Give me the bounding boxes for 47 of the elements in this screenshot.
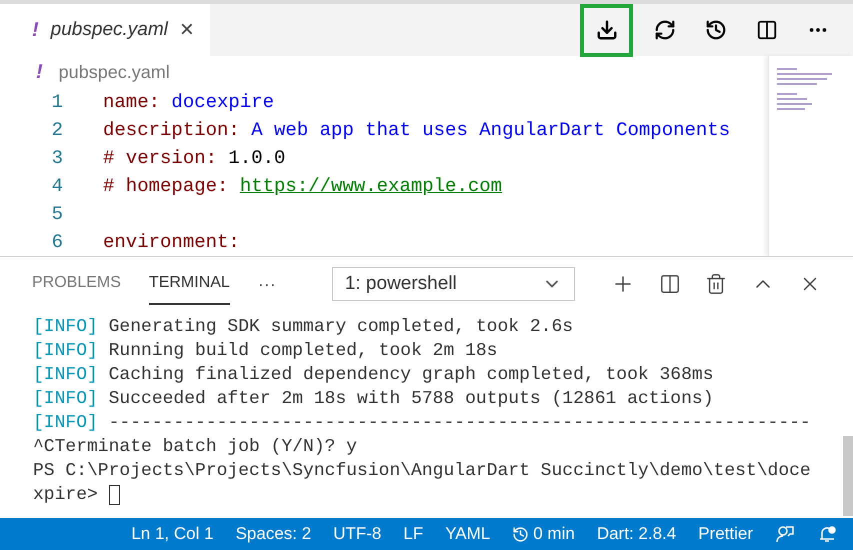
line-number: 1 [50, 90, 63, 115]
line-number: 2 [50, 118, 63, 143]
split-terminal-icon[interactable] [659, 273, 681, 295]
status-item[interactable]: Prettier [698, 521, 753, 547]
more-icon[interactable]: ··· [258, 270, 276, 298]
code-line: environment: [103, 230, 240, 255]
bell-icon[interactable] [817, 524, 837, 544]
trash-icon[interactable] [705, 273, 727, 295]
status-item[interactable]: YAML [445, 521, 490, 547]
line-number: 5 [50, 202, 63, 227]
close-icon[interactable]: × [180, 18, 194, 42]
line-number: 4 [50, 174, 63, 199]
split-editor-icon[interactable] [756, 19, 778, 41]
terminal-select[interactable]: 1: powershell [332, 267, 575, 301]
code-line: # version: 1.0.0 [103, 146, 286, 171]
terminal-line: xpire> [33, 484, 99, 506]
tab-label: pubspec.yaml [50, 18, 168, 42]
status-item[interactable]: UTF-8 [333, 521, 382, 547]
refresh-icon[interactable] [654, 19, 676, 41]
breadcrumb[interactable]: pubspec.yaml [58, 58, 170, 86]
history-icon[interactable] [705, 19, 727, 41]
terminal-line: [INFO] Caching finalized dependency graph completed, took 368ms [33, 364, 714, 386]
editor-tab[interactable]: ! pubspec.yaml × [0, 4, 210, 56]
status-item[interactable]: 0 min [512, 521, 575, 547]
yaml-icon: ! [36, 57, 43, 87]
terminal-line: [INFO] Running build completed, took 2m 18s [33, 340, 498, 362]
line-number: 3 [50, 146, 63, 171]
status-item[interactable]: LF [403, 521, 424, 547]
panel-tab[interactable]: TERMINAL [148, 263, 230, 305]
status-item[interactable]: Spaces: 2 [236, 521, 312, 547]
download-icon [596, 19, 618, 41]
code-line: description: A web app that uses AngularDart Components [103, 118, 730, 143]
terminal-line: ^CTerminate batch job (Y/N)? y [33, 436, 358, 458]
terminal-line: [INFO] ----------------------------------------------------------------- [33, 412, 811, 434]
terminal-line: [INFO] Generating SDK summary completed, took 2.6s [33, 316, 574, 338]
code-line: name: docexpire [103, 90, 274, 115]
yaml-icon: ! [16, 15, 39, 45]
feedback-icon[interactable] [775, 524, 795, 544]
download-button[interactable] [580, 4, 633, 56]
terminal-line: PS C:\Projects\Projects\Syncfusion\AngularDart Succinctly\demo\test\doce [33, 460, 811, 482]
line-number: 6 [50, 230, 63, 255]
code-line: # homepage: https://www.example.com [103, 174, 502, 199]
terminal-line: [INFO] Succeeded after 2m 18s with 5788 outputs (12861 actions) [33, 388, 714, 410]
status-item[interactable]: Dart: 2.8.4 [596, 521, 676, 547]
status-item[interactable]: Ln 1, Col 1 [131, 521, 214, 547]
clock-icon [512, 526, 530, 542]
panel-tab[interactable]: PROBLEMS [32, 263, 121, 305]
